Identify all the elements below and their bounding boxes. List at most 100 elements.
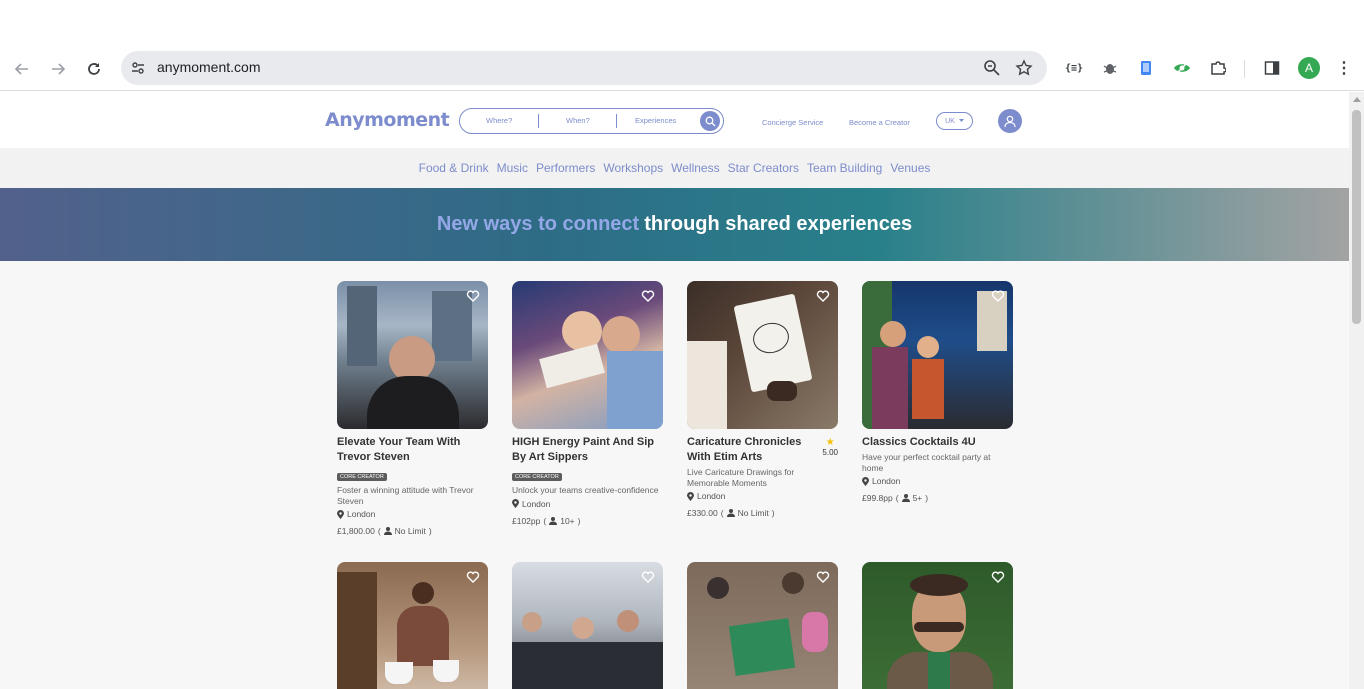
heart-icon[interactable] — [466, 289, 480, 303]
kebab-menu-icon[interactable]: ⋮ — [1334, 58, 1354, 78]
card-image[interactable] — [337, 281, 488, 429]
star-icon: ★ — [825, 437, 835, 448]
category-music[interactable]: Music — [497, 161, 528, 175]
category-star-creators[interactable]: Star Creators — [728, 161, 799, 175]
eye-extension-icon[interactable] — [1172, 58, 1192, 78]
category-nav: Food & Drink Music Performers Workshops … — [0, 148, 1349, 188]
heart-icon[interactable] — [991, 289, 1005, 303]
rating-value: 5.00 — [822, 448, 838, 457]
category-team-building[interactable]: Team Building — [807, 161, 882, 175]
chevron-down-icon — [958, 119, 964, 122]
person-icon — [549, 516, 558, 525]
price-text: £1,800.00 — [337, 526, 375, 536]
tab-strip — [0, 0, 1364, 46]
back-icon[interactable] — [10, 57, 34, 81]
browser-toolbar: anymoment.com {≡} A ⋮ — [0, 46, 1364, 91]
card-price: £102pp ( 10+) — [512, 515, 581, 526]
card-image[interactable] — [512, 281, 663, 429]
zoom-icon[interactable] — [983, 59, 1001, 77]
card-price: £330.00 ( No Limit) — [687, 508, 775, 518]
category-workshops[interactable]: Workshops — [603, 161, 663, 175]
heart-icon[interactable] — [641, 289, 655, 303]
page-scrollbar[interactable] — [1349, 92, 1364, 689]
reload-icon[interactable] — [82, 57, 106, 81]
region-label: UK — [945, 117, 955, 125]
person-icon — [726, 509, 735, 517]
bookmark-star-icon[interactable] — [1015, 59, 1033, 77]
heart-icon[interactable] — [641, 570, 655, 584]
forward-icon[interactable] — [46, 57, 70, 81]
user-account-icon[interactable] — [998, 109, 1022, 133]
card-title[interactable]: Classics Cocktails 4U — [862, 435, 1013, 450]
location-pin-icon — [337, 509, 344, 519]
site-settings-icon[interactable] — [129, 59, 147, 77]
site-logo[interactable]: Anymoment — [325, 109, 450, 131]
card-image[interactable] — [687, 281, 838, 429]
profile-avatar[interactable]: A — [1298, 57, 1320, 79]
card-location: London — [512, 499, 663, 509]
heart-icon[interactable] — [816, 289, 830, 303]
experience-search-bar[interactable]: Where? When? Experiences — [459, 108, 724, 134]
region-select[interactable]: UK — [936, 112, 973, 130]
card-title[interactable]: Elevate Your Team With Trevor Steven — [337, 435, 488, 465]
phone-icon[interactable] — [1136, 58, 1156, 78]
card-image[interactable] — [687, 562, 838, 689]
card-price: £1,800.00 ( No Limit) — [337, 526, 432, 536]
card-description: Unlock your teams creative-confidence — [512, 485, 659, 495]
where-field[interactable]: Where? — [486, 116, 512, 125]
bug-icon[interactable] — [1100, 58, 1120, 78]
side-panel-icon[interactable] — [1262, 58, 1282, 78]
card-image[interactable] — [337, 562, 488, 689]
person-icon — [383, 527, 392, 535]
card-image[interactable] — [862, 281, 1013, 429]
heart-icon[interactable] — [466, 570, 480, 584]
experience-card[interactable]: HIGH Energy Paint And Sip By Art Sippers… — [512, 281, 663, 526]
price-text: £330.00 — [687, 508, 718, 518]
experience-card[interactable]: Classics Cocktails 4U Have your perfect … — [862, 281, 1013, 503]
heart-icon[interactable] — [991, 570, 1005, 584]
experience-card[interactable]: Elevate Your Team With Trevor Steven COR… — [337, 281, 488, 536]
card-image[interactable] — [512, 562, 663, 689]
scroll-up-icon[interactable] — [1353, 97, 1361, 102]
core-creator-badge: CORE CREATOR — [512, 473, 562, 481]
experience-card[interactable] — [512, 562, 663, 689]
when-field[interactable]: When? — [566, 116, 590, 125]
scrollbar-thumb[interactable] — [1352, 110, 1361, 324]
card-image[interactable] — [862, 562, 1013, 689]
puzzle-icon[interactable] — [1208, 58, 1228, 78]
location-text: London — [522, 498, 551, 509]
card-title[interactable]: Caricature Chronicles With Etim Arts — [687, 435, 812, 465]
category-wellness[interactable]: Wellness — [671, 161, 719, 175]
location-pin-icon — [862, 476, 869, 486]
experience-card[interactable] — [862, 562, 1013, 689]
experiences-field[interactable]: Experiences — [635, 116, 676, 125]
category-performers[interactable]: Performers — [536, 161, 595, 175]
location-pin-icon — [687, 491, 694, 501]
card-description: Foster a winning attitude with Trevor St… — [337, 485, 474, 506]
address-bar[interactable]: anymoment.com — [121, 51, 1047, 85]
url-text: anymoment.com — [157, 59, 261, 75]
become-creator-link[interactable]: Become a Creator — [849, 118, 910, 127]
search-divider — [616, 114, 617, 128]
experience-card[interactable] — [687, 562, 838, 689]
banner-highlight: New ways to connect — [436, 213, 640, 235]
location-pin-icon — [512, 499, 519, 508]
experience-card[interactable] — [337, 562, 488, 689]
experience-card[interactable]: Caricature Chronicles With Etim Arts ★ 5… — [687, 281, 838, 518]
card-location: London — [862, 476, 1013, 486]
capacity-text: No Limit — [737, 508, 769, 518]
category-food-drink[interactable]: Food & Drink — [419, 161, 489, 175]
location-text: London — [347, 509, 376, 519]
concierge-service-link[interactable]: Concierge Service — [762, 118, 823, 127]
card-rating: ★ 5.00 — [822, 437, 838, 457]
category-venues[interactable]: Venues — [890, 161, 930, 175]
search-icon[interactable] — [700, 111, 720, 131]
person-icon — [901, 494, 910, 502]
card-title[interactable]: HIGH Energy Paint And Sip By Art Sippers — [512, 435, 663, 465]
card-description: Have your perfect cocktail party at home — [862, 452, 991, 473]
core-creator-badge: CORE CREATOR — [337, 473, 387, 481]
heart-icon[interactable] — [816, 570, 830, 584]
capacity-text: No Limit — [394, 526, 426, 536]
card-description: Live Caricature Drawings for Memorable M… — [687, 467, 795, 488]
json-viewer-icon[interactable]: {≡} — [1064, 58, 1084, 78]
